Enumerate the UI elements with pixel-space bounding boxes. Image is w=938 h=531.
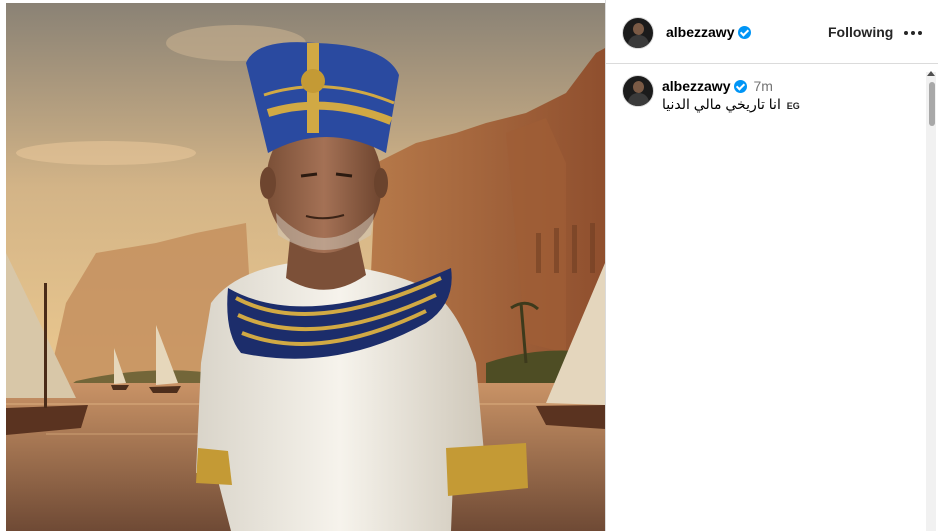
flag-eg: EG — [786, 101, 800, 111]
comments-section: albezzawy 7m انا تاريخي مالي الدنيا EG — [606, 65, 938, 531]
post-image[interactable] — [6, 3, 605, 531]
caption-timestamp[interactable]: 7m — [753, 78, 772, 94]
username-text[interactable]: albezzawy — [666, 24, 734, 40]
post-image-illustration — [6, 3, 605, 531]
caption-text: انا تاريخي مالي الدنيا EG — [662, 96, 800, 113]
header-username[interactable]: albezzawy — [666, 24, 752, 40]
avatar[interactable] — [622, 17, 654, 49]
scrollbar-track[interactable] — [926, 72, 936, 531]
caption-body: انا تاريخي مالي الدنيا — [662, 96, 781, 112]
scroll-up-icon[interactable] — [927, 71, 935, 76]
caption-avatar[interactable] — [622, 75, 654, 107]
scrollbar-thumb[interactable] — [929, 82, 935, 126]
post-header: albezzawy Following — [606, 0, 938, 64]
post-side-panel: albezzawy Following albezzawy 7m انا تاري… — [606, 0, 938, 531]
following-button[interactable]: Following — [828, 24, 893, 40]
verified-badge-icon — [734, 80, 748, 93]
caption-header: albezzawy 7m — [662, 78, 773, 94]
more-horizontal-icon[interactable] — [904, 31, 922, 35]
verified-badge-icon — [738, 26, 752, 39]
caption-username[interactable]: albezzawy — [662, 78, 730, 94]
